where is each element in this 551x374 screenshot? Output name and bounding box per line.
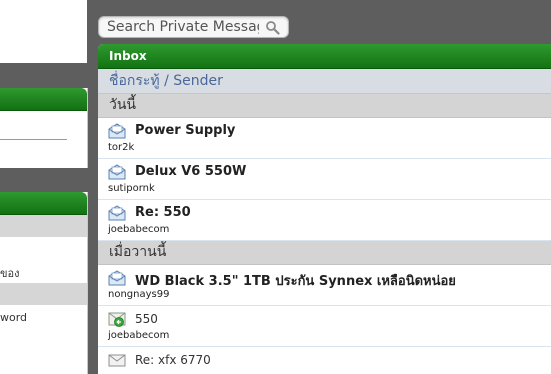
panel-title: Inbox — [98, 44, 551, 69]
left-sidebar-text[interactable]: word — [0, 311, 27, 324]
left-top-panel — [0, 0, 87, 63]
envelope-replied-icon — [108, 312, 126, 327]
message-row[interactable]: Power Supply tor2k — [98, 118, 551, 159]
message-row[interactable]: Delux V6 550W sutipornk — [98, 159, 551, 200]
left-sidebar-box-2: ของ word — [0, 192, 88, 374]
message-row[interactable]: Re: 550 joebabecom — [98, 200, 551, 241]
column-separator: / — [164, 73, 169, 89]
message-row[interactable]: Re: xfx 6770 — [98, 347, 551, 374]
left-box-row — [0, 283, 87, 305]
message-sender[interactable]: sutipornk — [108, 183, 155, 194]
left-box-subheader — [0, 215, 87, 237]
column-header: ชื่อกระทู้ / Sender — [98, 69, 551, 94]
envelope-unread-icon — [108, 164, 126, 180]
inbox-panel: Inbox ชื่อกระทู้ / Sender วันนี้ Power S… — [98, 44, 551, 374]
message-title[interactable]: Re: xfx 6770 — [135, 353, 211, 367]
group-header-today: วันนี้ — [98, 94, 551, 118]
message-title[interactable]: 550 — [135, 312, 158, 326]
message-sender[interactable]: tor2k — [108, 142, 134, 153]
message-row[interactable]: 550 joebabecom — [98, 306, 551, 347]
search-icon[interactable] — [265, 20, 280, 35]
message-title[interactable]: WD Black 3.5" 1TB ประกัน Synnex เหลือนิด… — [135, 270, 456, 291]
message-sender[interactable]: nongnays99 — [108, 289, 169, 300]
column-subject[interactable]: ชื่อกระทู้ — [109, 73, 160, 89]
envelope-unread-icon — [108, 123, 126, 139]
search-box[interactable] — [98, 16, 289, 38]
message-sender[interactable]: joebabecom — [108, 224, 169, 235]
message-title[interactable]: Delux V6 550W — [135, 164, 246, 179]
message-title[interactable]: Power Supply — [135, 123, 235, 138]
envelope-unread-icon — [108, 205, 126, 221]
group-header-yesterday: เมื่อวานนี้ — [98, 241, 551, 265]
left-sidebar-box — [0, 88, 88, 168]
left-box-header — [0, 192, 87, 215]
message-sender[interactable]: joebabecom — [108, 330, 169, 341]
divider — [0, 139, 67, 140]
envelope-read-icon — [108, 354, 126, 367]
message-title[interactable]: Re: 550 — [135, 205, 191, 220]
message-row[interactable]: WD Black 3.5" 1TB ประกัน Synnex เหลือนิด… — [98, 265, 551, 306]
left-box-header — [0, 88, 87, 111]
envelope-unread-icon — [108, 270, 126, 286]
search-input[interactable] — [107, 18, 259, 36]
column-sender[interactable]: Sender — [173, 73, 223, 89]
left-sidebar-text[interactable]: ของ — [0, 264, 20, 282]
